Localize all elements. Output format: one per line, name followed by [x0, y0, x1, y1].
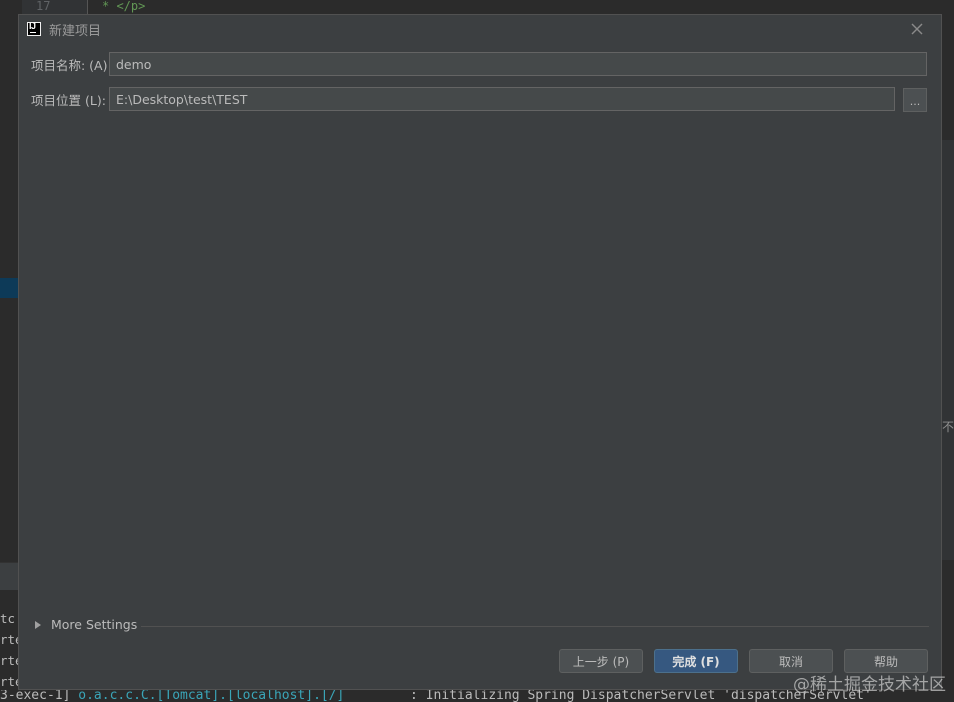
project-location-label: 项目位置 (L): — [31, 92, 106, 108]
project-location-input[interactable] — [109, 87, 895, 111]
code-line: * </p> — [102, 0, 146, 13]
more-settings-toggle[interactable]: More Settings — [35, 617, 137, 632]
intellij-idea-icon: IJ — [27, 21, 41, 36]
editor-right-panel — [941, 140, 954, 560]
more-settings-divider — [141, 626, 929, 627]
dialog-title: 新建项目 — [49, 23, 102, 39]
editor-right-text: 不 — [941, 420, 954, 434]
line-number: 17 — [22, 0, 88, 14]
console-thread: 3-exec-1] — [0, 690, 71, 702]
editor-left-strip — [0, 14, 18, 702]
console-logger: o.a.c.c.C.[Tomcat].[localhost].[/] — [78, 690, 345, 702]
console-line: rte — [0, 653, 18, 668]
project-name-row: 项目名称: (A) — [31, 52, 927, 76]
console-line: tc — [0, 611, 16, 626]
more-settings-label: More Settings — [51, 617, 138, 632]
project-name-input[interactable] — [109, 52, 927, 76]
close-icon[interactable] — [909, 21, 925, 37]
finish-button[interactable]: 完成 (F) — [654, 649, 738, 673]
new-project-dialog: IJ 新建项目 项目名称: (A) 项目位置 (L): ... More Set… — [18, 14, 942, 690]
watermark: @稀土掘金技术社区 — [793, 675, 946, 695]
triangle-right-icon — [35, 620, 41, 629]
console-line: rte — [0, 674, 18, 689]
editor-console-divider — [0, 562, 18, 590]
editor-selection-highlight — [0, 278, 18, 298]
console-line: rte — [0, 632, 18, 647]
project-name-label: 项目名称: (A) — [31, 57, 108, 73]
editor-top-line: 17 * </p> — [0, 0, 954, 14]
browse-button[interactable]: ... — [903, 88, 927, 112]
dialog-titlebar[interactable]: IJ 新建项目 — [19, 15, 941, 43]
project-location-row: 项目位置 (L): — [31, 87, 895, 111]
console-left-lines: tc rte rte rte — [0, 608, 18, 692]
previous-button[interactable]: 上一步 (P) — [559, 649, 643, 673]
